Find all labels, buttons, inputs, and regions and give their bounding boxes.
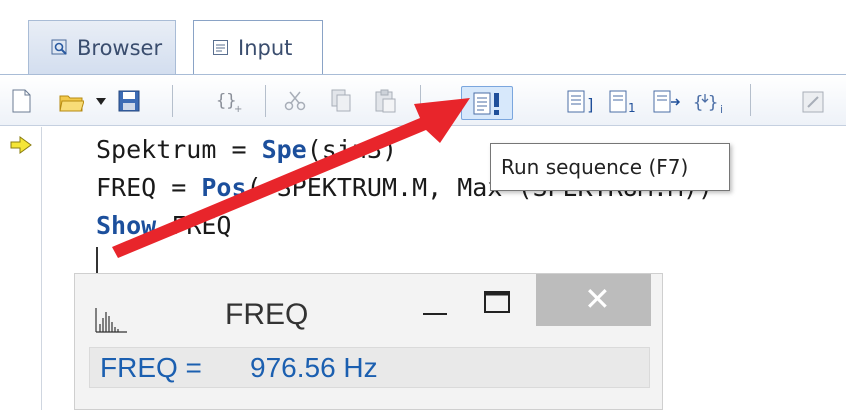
svg-text:{: { xyxy=(693,93,703,113)
tab-browser[interactable]: Browser xyxy=(28,20,176,74)
svg-text:]: ] xyxy=(586,95,596,114)
toolbar-separator xyxy=(172,85,173,117)
tab-input-label: Input xyxy=(238,35,293,60)
window-title: FREQ xyxy=(225,298,309,331)
copy-icon[interactable] xyxy=(328,87,354,115)
code-text: FREQ xyxy=(156,211,232,240)
editor-gutter xyxy=(0,127,42,410)
new-file-icon[interactable] xyxy=(8,87,34,115)
code-line-3[interactable]: Show FREQ xyxy=(96,208,231,244)
minimize-button[interactable] xyxy=(415,274,465,324)
text-caret xyxy=(96,247,98,275)
step-icon[interactable]: ] xyxy=(566,88,598,116)
tab-browser-label: Browser xyxy=(77,35,163,60)
toolbar-separator xyxy=(265,85,266,117)
cut-icon[interactable] xyxy=(282,87,308,115)
toolbar-separator xyxy=(750,84,751,116)
browser-icon xyxy=(51,38,69,56)
close-button[interactable]: ✕ xyxy=(536,274,651,326)
result-label: FREQ = xyxy=(100,352,202,383)
result-value: 976.56 Hz xyxy=(250,352,378,383)
svg-text:}: } xyxy=(708,93,718,113)
tooltip-text: Run sequence (F7) xyxy=(501,155,689,179)
code-keyword: Show xyxy=(96,211,157,240)
freq-result-window[interactable]: FREQ ✕ FREQ = 976.56 Hz xyxy=(74,273,663,410)
close-icon: ✕ xyxy=(584,281,611,317)
paste-icon[interactable] xyxy=(372,87,398,115)
edit-icon[interactable] xyxy=(800,88,826,116)
save-icon[interactable] xyxy=(116,87,142,115)
maximize-button[interactable] xyxy=(473,274,523,324)
svg-text:+: + xyxy=(234,104,242,115)
step-out-icon[interactable]: {} i xyxy=(692,88,728,116)
input-icon xyxy=(212,38,230,56)
step-over-icon[interactable] xyxy=(652,88,684,116)
tab-strip: Browser Input xyxy=(0,0,846,74)
svg-text:1: 1 xyxy=(628,101,636,115)
code-line-1[interactable]: Spektrum = Spe(sin3) xyxy=(96,132,397,168)
spectrum-icon xyxy=(93,306,129,334)
svg-text:i: i xyxy=(720,103,723,116)
step-into-icon[interactable]: 1 xyxy=(608,88,640,116)
tab-input[interactable]: Input xyxy=(193,20,323,74)
code-keyword: Spe xyxy=(261,135,307,164)
minimize-icon xyxy=(423,313,447,315)
braces-icon[interactable]: {} + xyxy=(214,87,246,115)
run-sequence-button[interactable] xyxy=(461,86,513,120)
open-folder-icon[interactable] xyxy=(58,87,85,115)
current-line-arrow-icon xyxy=(10,136,32,154)
maximize-icon xyxy=(484,291,510,313)
window-titlebar[interactable]: FREQ ✕ xyxy=(75,274,662,344)
result-field: FREQ = 976.56 Hz xyxy=(89,347,650,388)
code-keyword: Pos xyxy=(201,173,247,202)
toolbar-separator xyxy=(420,85,421,117)
run-sequence-icon xyxy=(471,91,505,117)
run-sequence-tooltip: Run sequence (F7) xyxy=(490,143,730,191)
dropdown-arrow-icon[interactable] xyxy=(94,87,108,115)
code-text: Spektrum = xyxy=(96,135,262,164)
code-text: (sin3) xyxy=(306,135,398,164)
code-text: FREQ = xyxy=(96,173,202,202)
